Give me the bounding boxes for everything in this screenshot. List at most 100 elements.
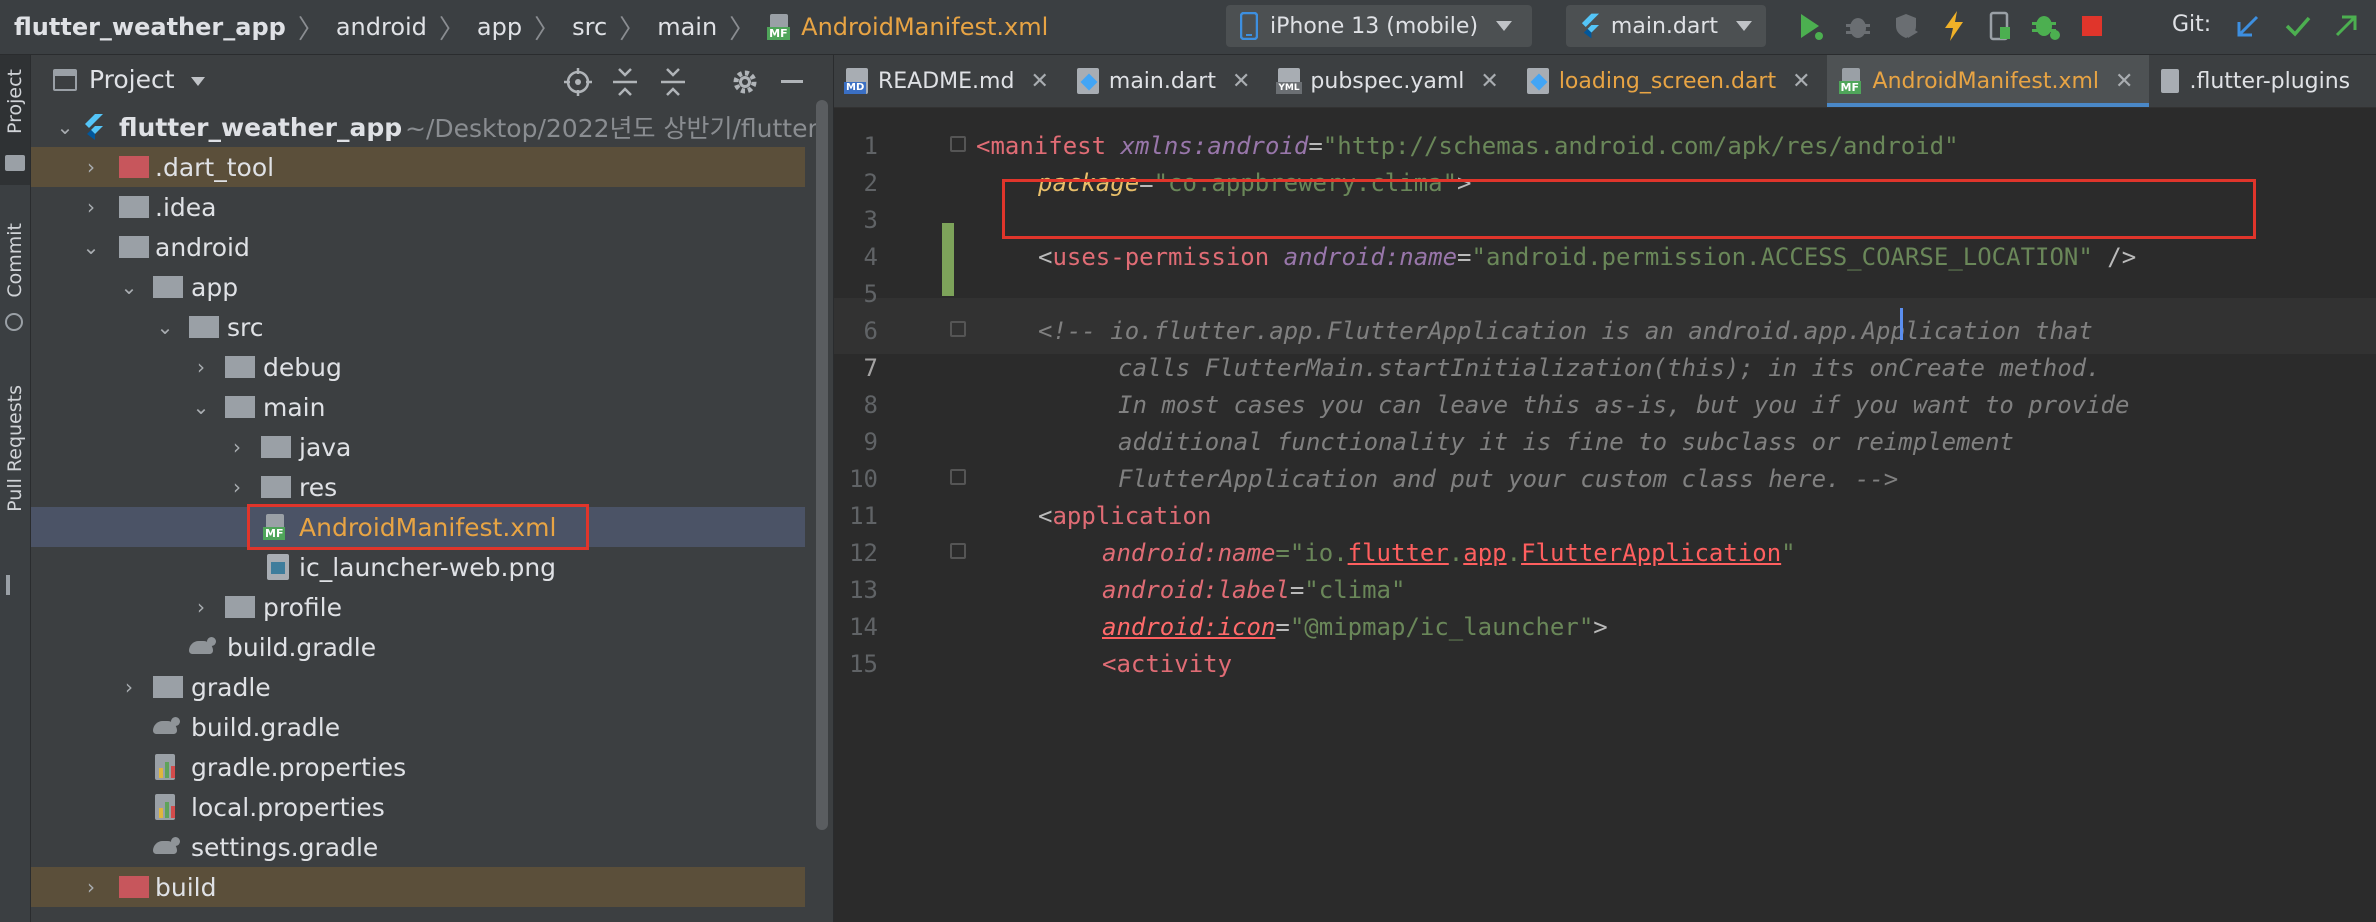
tree-item-build[interactable]: › build	[31, 867, 805, 907]
breadcrumb-separator: 〉	[619, 14, 646, 45]
tree-item-idea[interactable]: › .idea	[31, 187, 805, 227]
tree-item-gradle-properties[interactable]: gradle.properties	[31, 747, 805, 787]
image-file-icon	[267, 554, 289, 580]
unresolved-reference: FlutterApplication	[1521, 539, 1782, 567]
chevron-down-icon: ⌄	[192, 395, 210, 419]
tab-loading-screen[interactable]: loading_screen.dart ✕	[1515, 55, 1827, 107]
breadcrumb-android[interactable]: android	[336, 13, 427, 41]
tool-window-commit[interactable]: Commit	[0, 223, 30, 298]
breadcrumb-current-file[interactable]: AndroidManifest.xml	[801, 13, 1048, 41]
dart-file-icon	[1526, 68, 1549, 94]
tree-item-src[interactable]: ⌄ src	[31, 307, 805, 347]
close-icon[interactable]: ✕	[1030, 69, 1048, 94]
debug-button[interactable]	[1842, 10, 1874, 42]
project-scrollbar[interactable]	[816, 100, 828, 830]
line-number: 15	[849, 650, 878, 678]
device-selector[interactable]: iPhone 13 (mobile)	[1226, 5, 1532, 47]
device-manager-button[interactable]	[1984, 10, 2016, 42]
tree-item-gradle[interactable]: › gradle	[31, 667, 805, 707]
code-line-11: <application	[1038, 502, 1211, 530]
tab-label: .flutter-plugins	[2189, 68, 2351, 94]
fold-icon[interactable]	[950, 543, 966, 559]
xml-tag: uses-permission	[1052, 243, 1270, 271]
tree-item-dart-tool[interactable]: › .dart_tool	[31, 147, 805, 187]
git-update-button[interactable]	[2232, 10, 2264, 42]
tab-flutter-plugins[interactable]: .flutter-plugins	[2149, 55, 2366, 107]
tree-item-profile[interactable]: › profile	[31, 587, 805, 627]
settings-button[interactable]	[731, 68, 759, 102]
hot-reload-button[interactable]	[1938, 10, 1970, 42]
folder-icon	[119, 236, 149, 258]
line-number: 9	[863, 428, 878, 456]
tree-item-android[interactable]: ⌄ android	[31, 227, 805, 267]
tree-item-label: debug	[263, 352, 342, 382]
tab-readme[interactable]: MD README.md ✕	[834, 55, 1065, 107]
breadcrumb-project[interactable]: flutter_weather_app	[14, 13, 286, 41]
tree-item-res[interactable]: › res	[31, 467, 805, 507]
breadcrumb-app[interactable]: app	[477, 13, 522, 41]
expand-all-button[interactable]	[611, 67, 639, 103]
git-commit-button[interactable]	[2282, 10, 2314, 42]
git-push-button[interactable]	[2330, 10, 2362, 42]
tree-item-main[interactable]: ⌄ main	[31, 387, 805, 427]
xml-equals: =	[1457, 243, 1472, 271]
run-config-selector[interactable]: main.dart	[1566, 5, 1766, 47]
tool-window-strip: Project Commit Pull Requests	[0, 55, 31, 922]
code-line-6: <!-- io.flutter.app.FlutterApplication i…	[1038, 317, 2093, 345]
tree-item-java[interactable]: › java	[31, 427, 805, 467]
breadcrumb-separator: 〉	[438, 14, 465, 45]
line-number: 10	[849, 465, 878, 493]
tab-label: README.md	[878, 68, 1015, 94]
locate-file-button[interactable]	[563, 67, 593, 103]
tree-item-label: gradle.properties	[191, 752, 407, 782]
tree-item-label: .idea	[155, 192, 217, 222]
close-icon[interactable]: ✕	[1480, 69, 1498, 94]
breadcrumb-src[interactable]: src	[572, 13, 607, 41]
fold-icon[interactable]	[950, 321, 966, 337]
breadcrumb-main[interactable]: main	[657, 13, 717, 41]
tab-android-manifest[interactable]: MF AndroidManifest.xml ✕	[1826, 55, 2150, 107]
play-icon	[1801, 14, 1823, 40]
lightning-icon	[1945, 11, 1963, 41]
tree-item-label: ic_launcher-web.png	[299, 552, 557, 582]
folder-icon	[153, 676, 183, 698]
unresolved-reference: app	[1463, 539, 1507, 567]
stop-button[interactable]	[2076, 10, 2108, 42]
tool-window-pull-requests[interactable]: Pull Requests	[0, 385, 30, 512]
code-line-14: android:icon="@mipmap/ic_launcher">	[1102, 613, 1608, 641]
tree-item-local-properties[interactable]: local.properties	[31, 787, 805, 827]
tree-item-root[interactable]: ⌄ flutter_weather_app ~/Desktop/2022년도 상…	[31, 107, 818, 147]
tree-item-android-build-gradle[interactable]: build.gradle	[31, 707, 805, 747]
coverage-button[interactable]	[1890, 10, 1922, 42]
gradle-icon	[187, 637, 217, 657]
tree-item-ic-launcher[interactable]: ic_launcher-web.png	[31, 547, 805, 587]
fold-icon[interactable]	[950, 136, 966, 152]
tool-window-project[interactable]: Project	[0, 69, 30, 134]
tab-main-dart[interactable]: main.dart ✕	[1065, 55, 1267, 107]
close-icon[interactable]: ✕	[2115, 69, 2133, 94]
close-icon[interactable]: ✕	[1232, 69, 1250, 94]
tab-pubspec[interactable]: YML pubspec.yaml ✕	[1266, 55, 1514, 107]
attach-debugger-button[interactable]	[2030, 10, 2062, 42]
project-panel: Project ⌄ flutter_weather_app ~/Desktop/…	[31, 55, 834, 922]
chevron-right-icon: ›	[125, 675, 133, 699]
code-line-8: In most cases you can leave this as-is, …	[1118, 391, 2130, 419]
chevron-down-icon: ⌄	[56, 115, 74, 139]
close-icon[interactable]: ✕	[1792, 69, 1810, 94]
run-button[interactable]	[1794, 10, 1826, 42]
fold-icon[interactable]	[950, 469, 966, 485]
unresolved-attribute: android:icon	[1102, 613, 1276, 641]
chevron-down-icon[interactable]	[191, 77, 205, 86]
minimize-icon[interactable]	[781, 80, 803, 83]
tree-item-settings-gradle[interactable]: settings.gradle	[31, 827, 805, 867]
line-number: 2	[863, 169, 878, 197]
code-line-4: <uses-permission android:name="android.p…	[1038, 243, 2136, 271]
tree-item-app-build-gradle[interactable]: build.gradle	[31, 627, 805, 667]
tree-root-path: ~/Desktop/2022년도 상반기/flutter	[405, 114, 818, 143]
collapse-all-button[interactable]	[659, 67, 687, 103]
tree-item-debug[interactable]: › debug	[31, 347, 805, 387]
project-panel-title[interactable]: Project	[89, 65, 175, 94]
highlight-box-permission	[1002, 179, 2256, 239]
tree-item-app[interactable]: ⌄ app	[31, 267, 805, 307]
vcs-change-marker[interactable]	[942, 223, 954, 296]
